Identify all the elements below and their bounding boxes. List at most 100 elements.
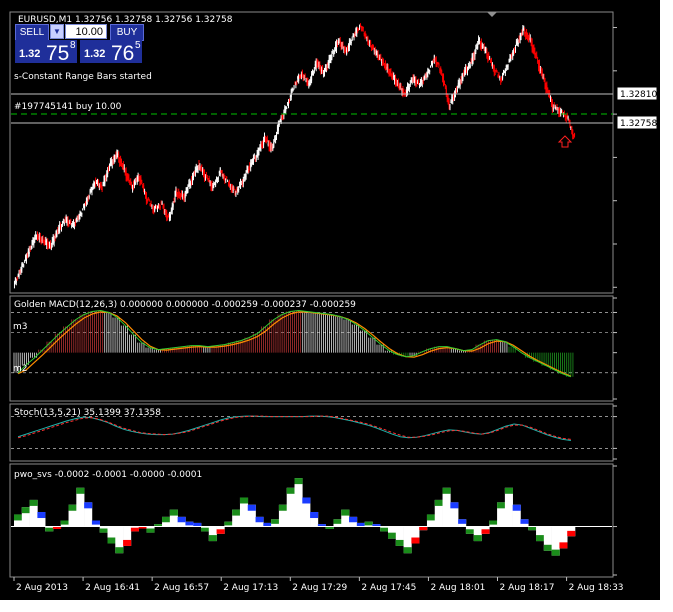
candle-body [115,155,117,158]
candle-body [486,50,488,55]
buy-button[interactable]: BUY [110,24,144,41]
candle-body [252,162,254,164]
candle-body [497,75,499,77]
candle-body [411,80,413,84]
candle-body [288,100,290,106]
candle-body [495,69,497,71]
candle-body [425,74,427,76]
pwo-bar-cap [520,519,529,524]
candle-body [360,26,362,28]
candle-body [189,182,191,187]
time-tick-label: 2 Aug 18:17 [500,583,555,593]
current-price-label: 1.32758 [620,119,657,129]
candle-body [110,160,112,164]
candle-body [378,57,380,60]
candle-body [23,265,25,267]
candle-body [410,80,412,82]
candle-body [84,203,86,209]
candle-body [336,42,338,50]
chart-window: #197745141 buy 10.00 EURUSD,M1 1.32756 1… [0,0,660,600]
candle-body [96,182,98,184]
pwo-bar-cap [450,502,459,509]
ask-price-button[interactable]: 1.32 76 5 [80,40,142,65]
candle-body [442,75,444,80]
candle-body [52,237,54,242]
candle-body [516,40,518,45]
candle-body [419,85,421,87]
candle-body [79,211,81,216]
candle-body [252,158,254,164]
candle-body [331,54,333,59]
candle-body [78,215,80,219]
bid-price-button[interactable]: 1.32 75 8 [15,40,77,65]
candle-body [230,185,232,189]
pwo-bar-cap [37,512,46,519]
pwo-bar-cap [395,539,404,546]
candle-body [65,217,67,220]
candle-body [285,107,287,112]
candle-body [156,205,158,208]
pwo-bar-cap [84,502,93,509]
candle-body [515,41,517,45]
pwo-bar-cap [465,529,475,534]
candle-body [125,170,127,178]
pwo-bar-cap [45,527,54,532]
pwo-bar-cap [185,521,194,526]
candle-body [349,40,351,42]
candle-body [364,31,366,38]
candle-body [123,167,125,170]
candle-body [547,90,549,92]
candle-body [301,71,303,75]
candle-body [435,57,437,65]
candle-body [258,151,260,153]
candle-body [168,216,170,218]
candle-body [260,144,262,151]
candle-body [366,37,368,39]
candle-body [145,193,147,202]
candle-body [207,180,209,182]
candle-body [60,225,62,227]
sell-button[interactable]: SELL [15,24,49,41]
candle-body [293,85,295,89]
candle-body [192,176,194,182]
candle-body [312,72,314,75]
candle-body [551,102,553,110]
candle-body [299,76,301,78]
candle-body [200,168,202,171]
candle-body [113,158,115,161]
macd-tick-label: 0.0004 [620,308,652,318]
pwo-bar-cap [263,522,272,527]
candle-body [63,222,65,225]
candle-body [357,28,359,31]
lot-dropdown-icon[interactable]: ▼ [50,24,64,39]
candle-body [295,82,297,85]
candle-body [56,232,58,237]
candle-body [352,34,354,36]
candle-body [181,193,183,196]
candle-body [440,68,442,71]
candle-body [234,191,236,195]
candle-body [416,82,418,84]
lot-size-input[interactable]: 10.00 [65,24,107,39]
candle-body [44,240,46,244]
candle-body [166,212,168,218]
candle-body [531,42,533,50]
candle-body [42,238,44,242]
candle-body [412,77,414,80]
candle-body [251,162,253,164]
candle-body [414,79,416,82]
candle-body [139,178,141,183]
candle-body [99,184,101,186]
candle-body [342,44,344,46]
candle-body [92,185,94,187]
candle-body [173,200,175,202]
candle-body [188,183,190,186]
pwo-bar-cap [123,539,132,546]
candle-body [493,66,495,73]
pwo-bar-cap [91,520,101,525]
candle-body [20,268,22,272]
candle-body [38,235,40,240]
candle-body [452,96,454,102]
candle-body [408,87,410,89]
candle-body [218,171,220,173]
